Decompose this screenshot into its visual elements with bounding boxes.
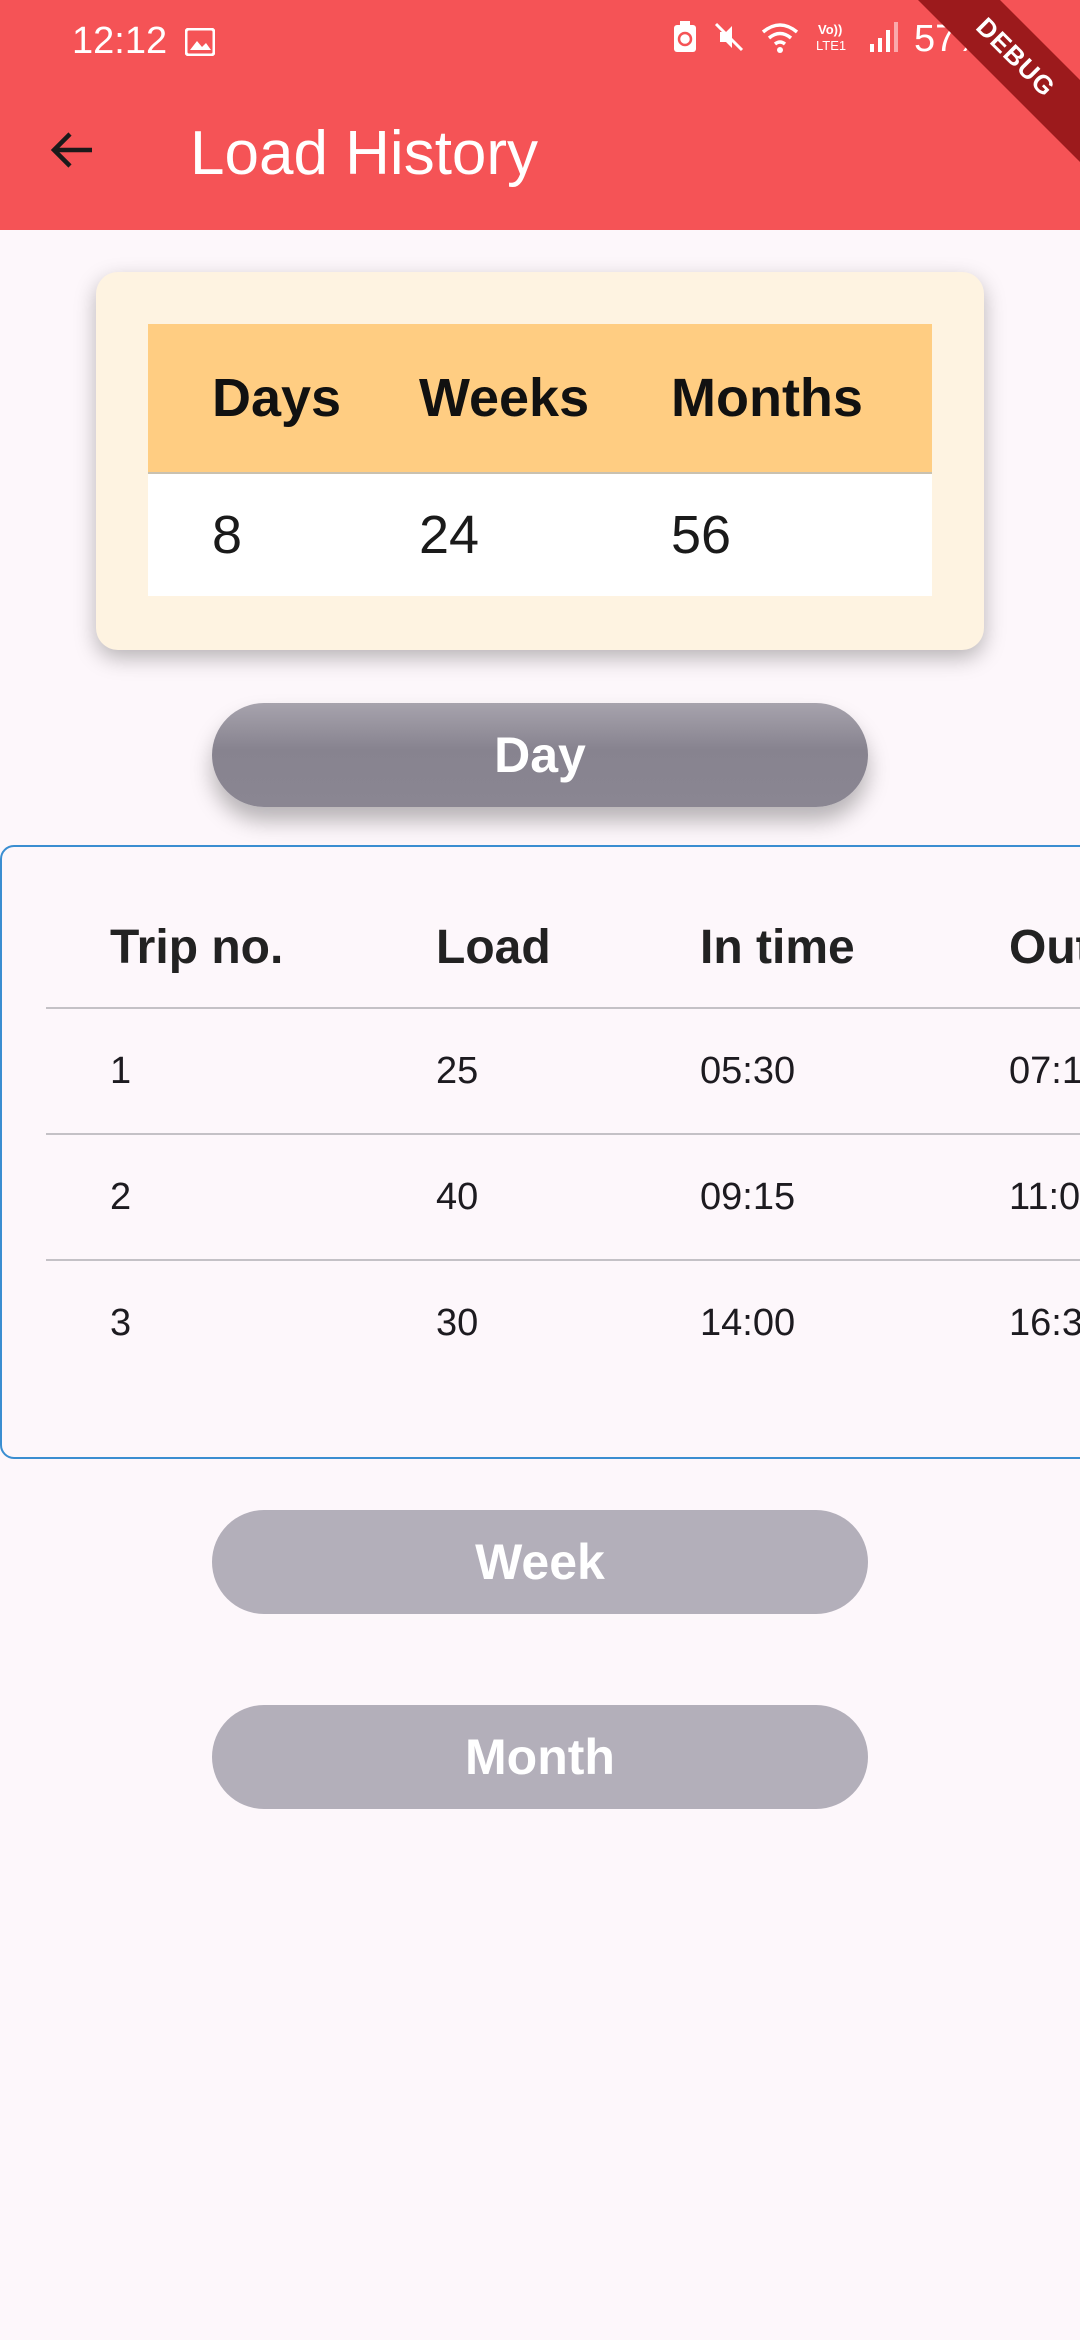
week-button[interactable]: Week xyxy=(212,1510,868,1614)
column-header-load: Load xyxy=(436,920,551,974)
cell-load: 40 xyxy=(436,1175,479,1218)
trip-table-panel: Trip no. Load In time Out 1 25 05:30 07:… xyxy=(0,845,1080,1459)
table-row: 2 40 09:15 11:0 xyxy=(46,1135,1080,1261)
summary-header-row: Days Weeks Months xyxy=(148,324,932,474)
cell-in-time: 05:30 xyxy=(700,1049,796,1092)
cell-load: 30 xyxy=(436,1301,479,1344)
status-time: 12:12 xyxy=(72,20,168,62)
back-button[interactable] xyxy=(40,120,104,184)
column-header-in-time: In time xyxy=(700,920,855,974)
cell-in-time: 14:00 xyxy=(700,1301,796,1344)
app-bar: 12:12 Vo)) LTE1 57% DEBUG Load History xyxy=(0,0,1080,230)
mute-icon xyxy=(712,20,746,59)
page-title: Load History xyxy=(190,119,539,188)
day-button[interactable]: Day xyxy=(212,703,868,807)
table-row: 1 25 05:30 07:1 xyxy=(46,1009,1080,1135)
cell-trip-no: 3 xyxy=(110,1301,132,1344)
trip-table-header: Trip no. Load In time Out xyxy=(46,887,1080,1009)
image-icon xyxy=(184,27,216,57)
summary-value-weeks: 24 xyxy=(419,505,480,565)
summary-value-row: 8 24 56 xyxy=(148,474,932,596)
wifi-icon xyxy=(760,20,800,59)
svg-text:Vo)): Vo)) xyxy=(818,22,842,37)
summary-header-weeks: Weeks xyxy=(419,368,590,428)
battery-saver-icon xyxy=(672,20,698,59)
cell-trip-no: 1 xyxy=(110,1049,132,1092)
summary-header-months: Months xyxy=(671,368,863,428)
cell-trip-no: 2 xyxy=(110,1175,132,1218)
column-header-out-time: Out xyxy=(1009,920,1080,974)
cell-load: 25 xyxy=(436,1049,479,1092)
summary-header-days: Days xyxy=(212,368,342,428)
summary-card: Days Weeks Months 8 24 56 xyxy=(96,272,984,650)
summary-value-days: 8 xyxy=(212,505,243,565)
table-row: 3 30 14:00 16:3 xyxy=(46,1261,1080,1385)
arrow-back-icon[interactable] xyxy=(48,126,96,179)
cell-out-time: 11:0 xyxy=(1009,1175,1080,1218)
cell-out-time: 16:3 xyxy=(1009,1301,1080,1344)
cell-out-time: 07:1 xyxy=(1009,1049,1080,1092)
trip-table: Trip no. Load In time Out 1 25 05:30 07:… xyxy=(46,847,1080,1457)
summary-value-months: 56 xyxy=(671,505,732,565)
summary-table: Days Weeks Months 8 24 56 xyxy=(148,324,932,596)
svg-text:LTE1: LTE1 xyxy=(816,38,846,53)
column-header-trip-no: Trip no. xyxy=(110,920,284,974)
signal-icon xyxy=(868,20,900,59)
month-button[interactable]: Month xyxy=(212,1705,868,1809)
volte-lte-icon: Vo)) LTE1 xyxy=(814,20,854,59)
cell-in-time: 09:15 xyxy=(700,1175,796,1218)
